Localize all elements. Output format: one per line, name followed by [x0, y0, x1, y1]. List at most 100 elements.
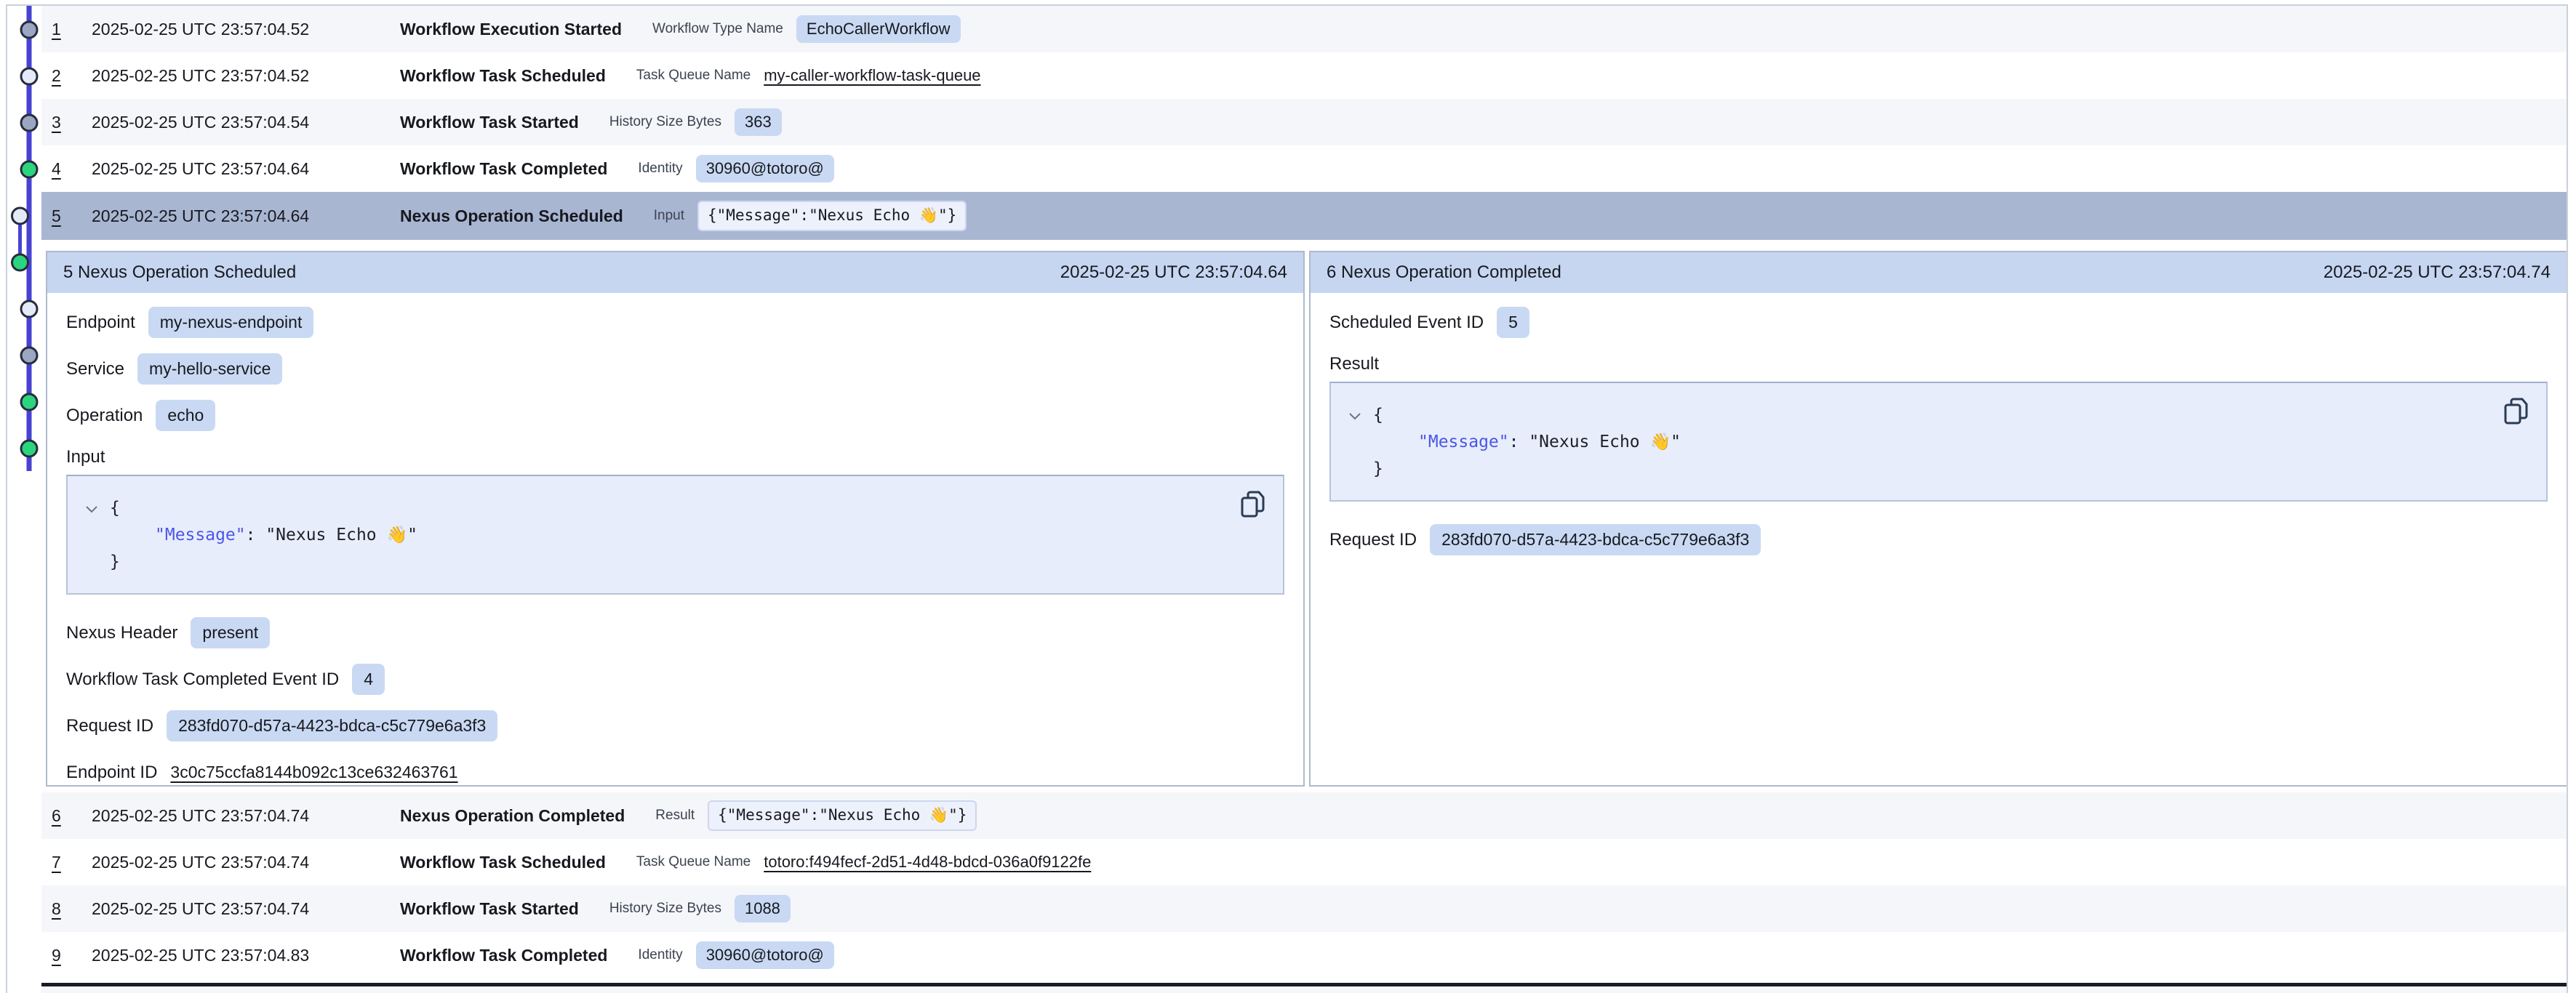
timeline-event-dot-1 [21, 22, 37, 38]
panel-title: 5 Nexus Operation Scheduled [63, 262, 296, 283]
nexus-operation-completed-panel: 6 Nexus Operation Completed 2025-02-25 U… [1309, 251, 2568, 787]
result-payload-viewer: { "Message": "Nexus Echo 👋" } [1329, 382, 2548, 502]
event-name: Workflow Execution Started [400, 20, 622, 39]
event-id-link[interactable]: 3 [52, 113, 92, 132]
event-attr-label: Workflow Type Name [652, 21, 783, 37]
event-timestamp: 2025-02-25 UTC 23:57:04.74 [92, 899, 400, 919]
event-attr-value-badge: 30960@totoro@ [696, 941, 834, 969]
copy-icon[interactable] [2504, 398, 2529, 425]
field-label: Nexus Header [66, 623, 177, 643]
event-id-link[interactable]: 7 [52, 853, 92, 872]
input-payload-viewer: { "Message": "Nexus Echo 👋" } [66, 475, 1284, 595]
container-border-left [6, 4, 7, 993]
timeline-event-dot-9 [21, 394, 37, 410]
event-timestamp: 2025-02-25 UTC 23:57:04.74 [92, 806, 400, 826]
event-timestamp: 2025-02-25 UTC 23:57:04.64 [92, 206, 400, 226]
task-queue-link[interactable]: my-caller-workflow-task-queue [764, 66, 980, 85]
event-row-3[interactable]: 3 2025-02-25 UTC 23:57:04.54 Workflow Ta… [41, 99, 2568, 145]
collapse-chevron-icon[interactable] [1348, 402, 1373, 429]
timeline-event-dot-4 [21, 161, 37, 177]
event-row-9[interactable]: 9 2025-02-25 UTC 23:57:04.83 Workflow Ta… [41, 932, 2568, 978]
panel-timestamp: 2025-02-25 UTC 23:57:04.74 [2324, 262, 2551, 283]
collapse-chevron-icon[interactable] [85, 495, 110, 522]
event-attr-label: Identity [638, 947, 682, 963]
event-row-2[interactable]: 2 2025-02-25 UTC 23:57:04.52 Workflow Ta… [41, 52, 2568, 99]
event-row-8[interactable]: 8 2025-02-25 UTC 23:57:04.74 Workflow Ta… [41, 885, 2568, 932]
event-history-list: 1 2025-02-25 UTC 23:57:04.52 Workflow Ex… [41, 0, 2568, 993]
timeline-event-dot-6 [12, 254, 28, 270]
copy-icon[interactable] [1241, 491, 1265, 518]
container-border-right [2567, 4, 2568, 993]
event-id-link[interactable]: 4 [52, 159, 92, 179]
bottom-row-strip [41, 986, 2568, 993]
event-id-link[interactable]: 6 [52, 806, 92, 826]
event-id-link[interactable]: 8 [52, 899, 92, 919]
nexus-operation-scheduled-panel: 5 Nexus Operation Scheduled 2025-02-25 U… [46, 251, 1305, 787]
event-detail-panels: 5 Nexus Operation Scheduled 2025-02-25 U… [46, 251, 2568, 787]
event-attr-label: Identity [638, 161, 682, 177]
request-id-badge: 283fd070-d57a-4423-bdca-c5c779e6a3f3 [1430, 524, 1761, 555]
event-attr-label: Task Queue Name [636, 854, 751, 870]
json-payload: { "Message": "Nexus Echo 👋" } [1348, 402, 2527, 483]
timeline-event-dot-8 [21, 347, 37, 363]
scheduled-event-id-badge: 5 [1497, 307, 1529, 338]
event-name: Workflow Task Completed [400, 159, 607, 179]
event-name: Nexus Operation Scheduled [400, 206, 623, 226]
event-id-link[interactable]: 2 [52, 66, 92, 86]
event-name: Workflow Task Started [400, 113, 579, 132]
event-row-4[interactable]: 4 2025-02-25 UTC 23:57:04.64 Workflow Ta… [41, 145, 2568, 192]
panel-header: 5 Nexus Operation Scheduled 2025-02-25 U… [47, 252, 1303, 293]
event-row-7[interactable]: 7 2025-02-25 UTC 23:57:04.74 Workflow Ta… [41, 839, 2568, 885]
wft-completed-event-id-badge: 4 [352, 664, 385, 695]
input-label: Input [66, 444, 1284, 470]
event-timestamp: 2025-02-25 UTC 23:57:04.54 [92, 113, 400, 132]
timeline-event-dot-5 [12, 208, 28, 224]
event-row-6[interactable]: 6 2025-02-25 UTC 23:57:04.74 Nexus Opera… [41, 792, 2568, 839]
event-timestamp: 2025-02-25 UTC 23:57:04.64 [92, 159, 400, 179]
panel-body: Endpoint my-nexus-endpoint Service my-he… [47, 293, 1303, 787]
event-id-link[interactable]: 9 [52, 946, 92, 965]
event-attr-value-badge: 30960@totoro@ [696, 155, 834, 182]
event-attr-label: History Size Bytes [609, 901, 721, 917]
event-timestamp: 2025-02-25 UTC 23:57:04.74 [92, 853, 400, 872]
endpoint-id-link[interactable]: 3c0c75ccfa8144b092c13ce632463761 [170, 763, 457, 782]
json-key: "Message" [155, 526, 246, 544]
timeline-event-dot-10 [21, 441, 37, 457]
panel-header: 6 Nexus Operation Completed 2025-02-25 U… [1311, 252, 2567, 293]
operation-badge: echo [156, 400, 215, 431]
event-attr-label: Result [655, 808, 695, 824]
event-id-link[interactable]: 1 [52, 20, 92, 39]
nexus-header-badge: present [191, 617, 270, 648]
event-row-1[interactable]: 1 2025-02-25 UTC 23:57:04.52 Workflow Ex… [41, 6, 2568, 52]
event-name: Nexus Operation Completed [400, 806, 625, 826]
event-attr-label: Task Queue Name [636, 68, 751, 84]
field-label: Request ID [66, 716, 153, 736]
event-payload-pill: {"Message":"Nexus Echo 👋"} [697, 201, 967, 230]
event-row-5-selected[interactable]: 5 2025-02-25 UTC 23:57:04.64 Nexus Opera… [41, 192, 2568, 240]
event-name: Workflow Task Completed [400, 946, 607, 965]
field-label: Endpoint [66, 313, 135, 333]
event-attr-label: Input [654, 208, 684, 224]
timeline-event-dot-7 [21, 301, 37, 317]
endpoint-badge: my-nexus-endpoint [148, 307, 314, 338]
event-name: Workflow Task Started [400, 899, 579, 919]
event-timestamp: 2025-02-25 UTC 23:57:04.52 [92, 66, 400, 86]
field-label: Workflow Task Completed Event ID [66, 670, 339, 690]
event-payload-pill: {"Message":"Nexus Echo 👋"} [708, 800, 977, 830]
json-payload: { "Message": "Nexus Echo 👋" } [85, 495, 1264, 576]
panel-title: 6 Nexus Operation Completed [1327, 262, 1561, 283]
event-timestamp: 2025-02-25 UTC 23:57:04.83 [92, 946, 400, 965]
service-badge: my-hello-service [137, 353, 282, 385]
event-id-link[interactable]: 5 [52, 206, 92, 226]
container-border-top [6, 4, 2568, 6]
event-attr-label: History Size Bytes [609, 114, 721, 130]
panel-timestamp: 2025-02-25 UTC 23:57:04.64 [1060, 262, 1287, 283]
field-label: Endpoint ID [66, 763, 157, 783]
workflow-history-page: 1 2025-02-25 UTC 23:57:04.52 Workflow Ex… [0, 0, 2576, 993]
event-attr-value-badge: EchoCallerWorkflow [796, 15, 961, 43]
event-timestamp: 2025-02-25 UTC 23:57:04.52 [92, 20, 400, 39]
event-attr-value-badge: 1088 [735, 895, 791, 922]
json-key: "Message" [1418, 433, 1509, 451]
task-queue-link[interactable]: totoro:f494fecf-2d51-4d48-bdcd-036a0f912… [764, 853, 1091, 872]
field-label: Operation [66, 406, 143, 426]
